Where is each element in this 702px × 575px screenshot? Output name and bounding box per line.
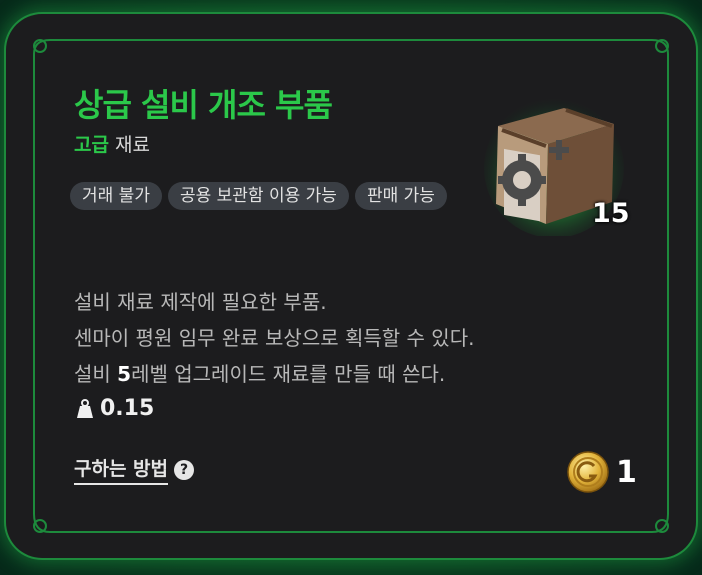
how-to-obtain-link[interactable]: 구하는 방법 ? <box>74 454 195 485</box>
item-tooltip-card: 상급 설비 개조 부품 고급 재료 거래 불가 공용 보관함 이용 가능 판매 … <box>6 14 696 558</box>
help-icon[interactable]: ? <box>174 459 195 480</box>
description-line-1: 설비 재료 제작에 필요한 부품. <box>74 290 327 314</box>
description-line-2: 센마이 평원 임무 완료 보상으로 획득할 수 있다. <box>74 326 475 350</box>
gold-coin-icon <box>567 451 609 493</box>
item-weight-value: 0.15 <box>100 396 155 421</box>
tag-sellable: 판매 가능 <box>354 182 447 210</box>
description-line-3: 설비 5레벨 업그레이드 재료를 만들 때 쓴다. <box>74 356 474 392</box>
tag-untradable: 거래 불가 <box>70 182 162 210</box>
item-description: 설비 재료 제작에 필요한 부품. 센마이 평원 임무 완료 보상으로 획득할 … <box>74 284 474 392</box>
item-tags: 거래 불가 공용 보관함 이용 가능 판매 가능 <box>70 182 450 210</box>
item-category: 재료 <box>115 134 150 156</box>
description-line-3-suffix: 레벨 업그레이드 재료를 만들 때 쓴다. <box>131 362 446 386</box>
tag-shared-storage: 공용 보관함 이용 가능 <box>167 182 349 210</box>
item-weight: 0.15 <box>76 396 154 421</box>
description-line-3-prefix: 설비 <box>74 362 118 386</box>
how-to-obtain-label[interactable]: 구하는 방법 <box>74 454 169 485</box>
item-grade: 고급 <box>74 134 109 156</box>
item-grade-line: 고급 재료 <box>74 130 150 157</box>
item-price-value: 1 <box>616 454 637 490</box>
weight-icon <box>77 398 93 418</box>
item-quantity: 15 <box>592 198 630 229</box>
description-level: 5 <box>117 362 132 386</box>
item-name: 상급 설비 개조 부품 <box>74 86 333 124</box>
item-price: 1 <box>566 450 637 494</box>
